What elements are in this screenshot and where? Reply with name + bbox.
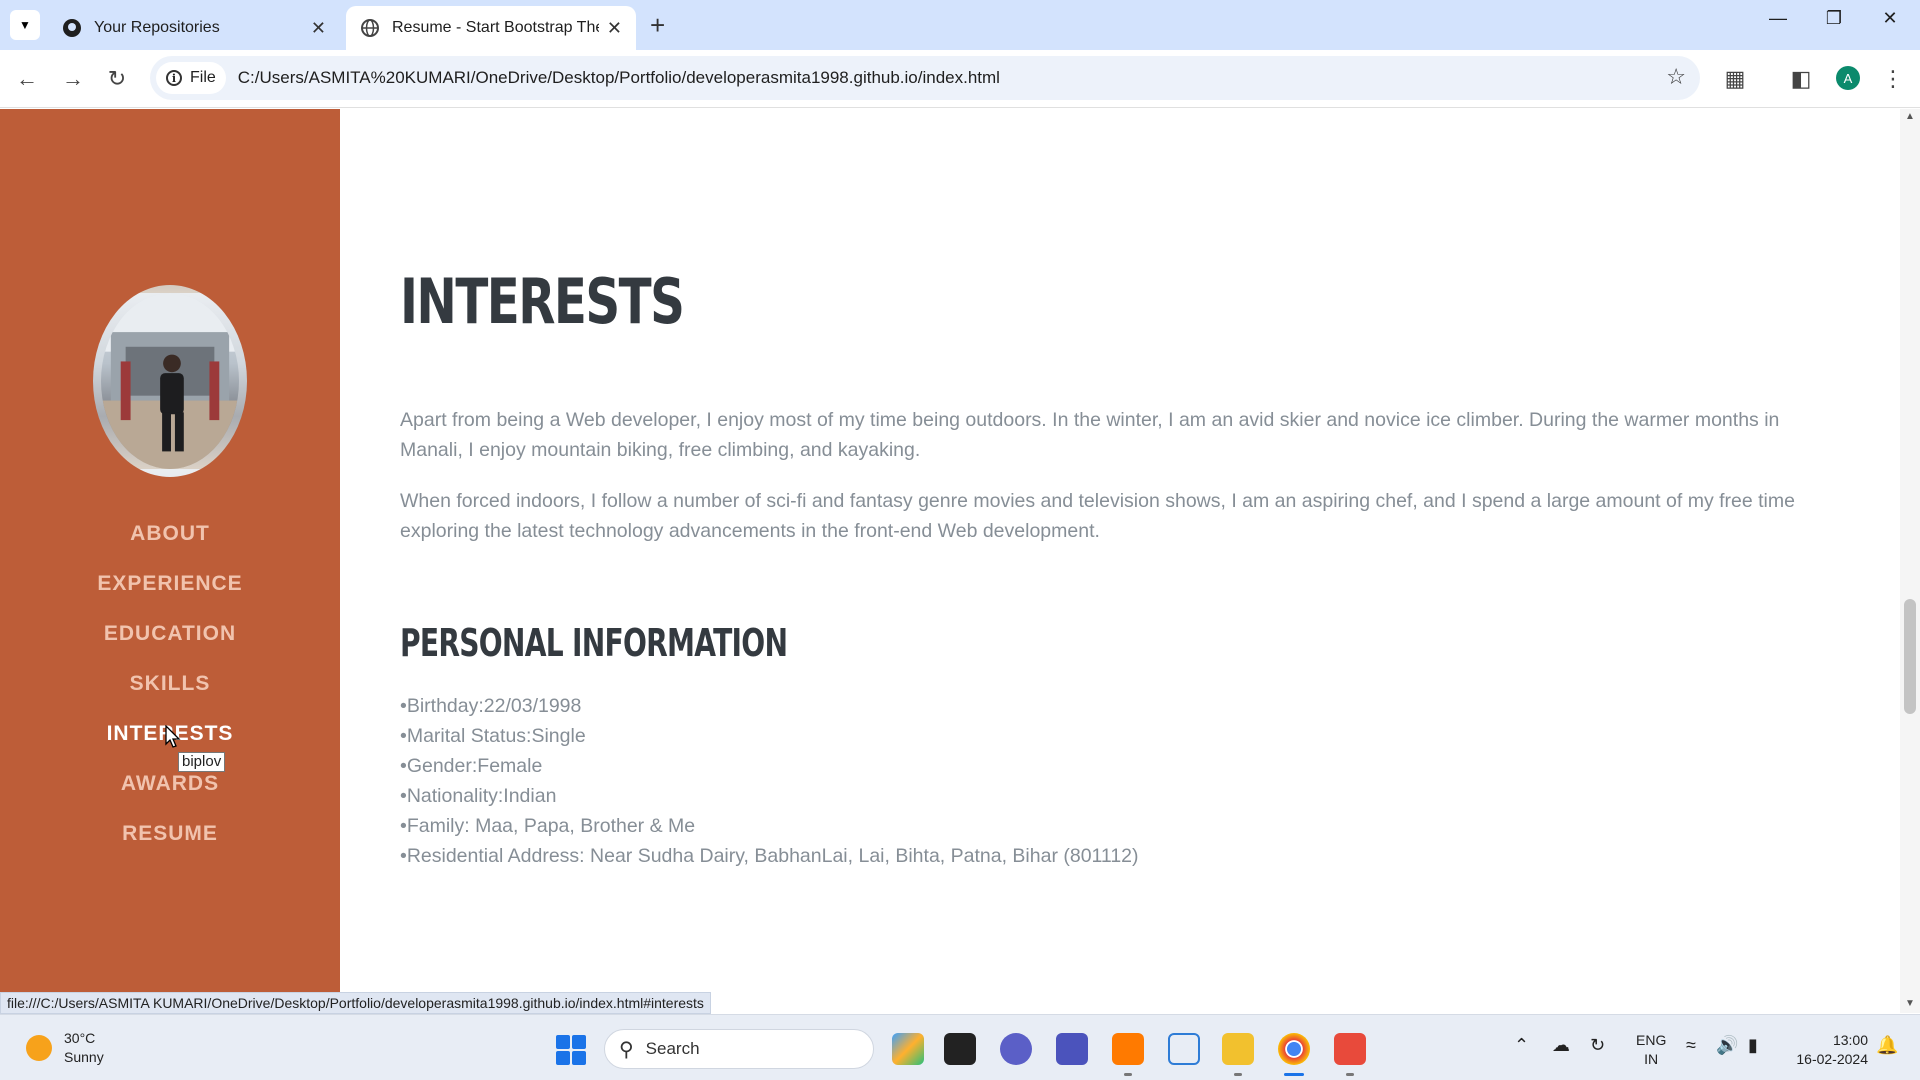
profile-photo bbox=[93, 285, 247, 477]
list-item: Residential Address: Near Sudha Dairy, B… bbox=[400, 841, 1139, 871]
teams-icon[interactable] bbox=[1056, 1033, 1088, 1065]
sidebar: ABOUT EXPERIENCE EDUCATION SKILLS INTERE… bbox=[0, 109, 340, 1013]
restore-button[interactable]: ❐ bbox=[1806, 8, 1862, 29]
nav-awards[interactable]: AWARDS bbox=[0, 759, 340, 809]
section-title: INTERESTS bbox=[400, 265, 685, 338]
person-photo-icon bbox=[101, 293, 239, 469]
search-icon: ⚲ bbox=[619, 1038, 634, 1061]
nav-about[interactable]: ABOUT bbox=[0, 509, 340, 559]
tab-resume[interactable]: Resume - Start Bootstrap Them ✕ bbox=[346, 6, 636, 50]
interests-paragraph: Apart from being a Web developer, I enjo… bbox=[400, 409, 1780, 461]
chevron-up-icon[interactable]: ⌃ bbox=[1514, 1035, 1529, 1056]
close-icon[interactable]: ✕ bbox=[311, 18, 326, 39]
scroll-down-icon[interactable]: ▼ bbox=[1905, 998, 1915, 1009]
hover-tooltip: biplov bbox=[178, 752, 226, 772]
page-scrollbar[interactable]: ▲ ▼ bbox=[1900, 109, 1920, 1013]
weather-desc: Sunny bbox=[64, 1049, 104, 1065]
reload-icon[interactable]: ↻ bbox=[100, 62, 134, 96]
nav-experience[interactable]: EXPERIENCE bbox=[0, 559, 340, 609]
info-icon: i bbox=[166, 70, 182, 86]
window-close-button[interactable]: ✕ bbox=[1862, 8, 1918, 29]
snipping-tool-icon[interactable] bbox=[1168, 1033, 1200, 1065]
app-active-indicator bbox=[1284, 1073, 1304, 1076]
tab-title: Resume - Start Bootstrap Them bbox=[392, 19, 599, 36]
browser-tab-bar: ▼ Your Repositories ✕ Resume - Start Boo… bbox=[0, 0, 1920, 50]
app-running-indicator bbox=[1124, 1073, 1132, 1076]
side-panel-icon[interactable]: ◧ bbox=[1784, 62, 1818, 96]
minimize-button[interactable]: — bbox=[1750, 8, 1806, 29]
tab-title: Your Repositories bbox=[94, 19, 220, 36]
forward-icon[interactable]: → bbox=[56, 62, 90, 96]
site-info-chip[interactable]: i File bbox=[156, 62, 226, 94]
url-text[interactable]: C:/Users/ASMITA%20KUMARI/OneDrive/Deskto… bbox=[238, 68, 1000, 88]
extensions-icon[interactable]: ▦ bbox=[1718, 62, 1752, 96]
nav-education[interactable]: EDUCATION bbox=[0, 609, 340, 659]
chrome-icon[interactable] bbox=[1278, 1033, 1310, 1065]
battery-icon[interactable]: ▮ bbox=[1748, 1035, 1758, 1056]
list-item: Gender:Female bbox=[400, 751, 1139, 781]
git-icon[interactable] bbox=[1334, 1033, 1366, 1065]
copilot-icon[interactable] bbox=[892, 1033, 924, 1065]
tab-search-button[interactable]: ▼ bbox=[10, 10, 40, 40]
web-page: ABOUT EXPERIENCE EDUCATION SKILLS INTERE… bbox=[0, 109, 1920, 1013]
clock-date: 16-02-2024 bbox=[1796, 1051, 1868, 1067]
wifi-icon[interactable]: ≈ bbox=[1686, 1035, 1696, 1056]
main-content: INTERESTS Apart from being a Web develop… bbox=[340, 109, 1900, 1013]
status-bar-url: file:///C:/Users/ASMITA KUMARI/OneDrive/… bbox=[0, 992, 711, 1014]
interests-paragraph: When forced indoors, I follow a number o… bbox=[400, 490, 1795, 542]
weather-widget[interactable]: 30°C Sunny bbox=[26, 1029, 104, 1067]
list-item: Birthday:22/03/1998 bbox=[400, 691, 1139, 721]
personal-info-title: PERSONAL INFORMATION bbox=[400, 621, 788, 665]
new-tab-button[interactable]: + bbox=[650, 10, 665, 41]
mouse-cursor-icon bbox=[165, 725, 181, 748]
personal-info-list: Birthday:22/03/1998 Marital Status:Singl… bbox=[400, 691, 1139, 871]
system-clock[interactable]: 13:00 16-02-2024 bbox=[1786, 1031, 1868, 1069]
file-manager-icon[interactable] bbox=[944, 1033, 976, 1065]
tab-your-repositories[interactable]: Your Repositories ✕ bbox=[48, 6, 340, 50]
chat-icon[interactable] bbox=[1000, 1033, 1032, 1065]
back-icon[interactable]: ← bbox=[10, 62, 44, 96]
sidebar-nav: ABOUT EXPERIENCE EDUCATION SKILLS INTERE… bbox=[0, 509, 340, 859]
browser-toolbar: ← → ↻ i File C:/Users/ASMITA%20KUMARI/On… bbox=[0, 50, 1920, 108]
github-icon bbox=[63, 19, 81, 37]
bookmark-star-icon[interactable]: ☆ bbox=[1666, 64, 1686, 90]
app-running-indicator bbox=[1346, 1073, 1354, 1076]
sun-icon bbox=[26, 1035, 52, 1061]
chevron-down-icon: ▼ bbox=[19, 18, 31, 32]
windows-start-icon[interactable] bbox=[556, 1035, 586, 1065]
search-placeholder: Search bbox=[645, 1039, 700, 1058]
scroll-up-icon[interactable]: ▲ bbox=[1905, 111, 1915, 122]
notification-bell-icon[interactable]: 🔔 bbox=[1876, 1035, 1898, 1056]
app-running-indicator bbox=[1234, 1073, 1242, 1076]
profile-avatar[interactable]: A bbox=[1836, 66, 1860, 90]
onedrive-icon[interactable]: ☁ bbox=[1552, 1035, 1570, 1056]
sync-icon[interactable]: ↻ bbox=[1590, 1035, 1605, 1056]
list-item: Marital Status:Single bbox=[400, 721, 1139, 751]
taskbar-search[interactable]: ⚲ Search bbox=[604, 1029, 874, 1069]
windows-taskbar: 30°C Sunny ⚲ Search ⌃ ☁ ↻ ENG IN ≈ 🔊 ▮ 1… bbox=[0, 1014, 1920, 1080]
list-item: Nationality:Indian bbox=[400, 781, 1139, 811]
scrollbar-thumb[interactable] bbox=[1904, 599, 1916, 714]
close-icon[interactable]: ✕ bbox=[607, 18, 622, 39]
nav-resume[interactable]: RESUME bbox=[0, 809, 340, 859]
file-explorer-icon[interactable] bbox=[1222, 1033, 1254, 1065]
more-menu-icon[interactable]: ⋮ bbox=[1876, 62, 1910, 96]
language-indicator[interactable]: ENG IN bbox=[1636, 1031, 1666, 1069]
nav-skills[interactable]: SKILLS bbox=[0, 659, 340, 709]
volume-icon[interactable]: 🔊 bbox=[1716, 1035, 1738, 1056]
globe-icon bbox=[361, 19, 379, 37]
sublime-text-icon[interactable] bbox=[1112, 1033, 1144, 1065]
list-item: Family: Maa, Papa, Brother & Me bbox=[400, 811, 1139, 841]
weather-temp: 30°C bbox=[64, 1030, 96, 1046]
chip-label: File bbox=[190, 69, 216, 86]
address-bar[interactable]: i File C:/Users/ASMITA%20KUMARI/OneDrive… bbox=[150, 56, 1700, 100]
clock-time: 13:00 bbox=[1832, 1032, 1868, 1048]
